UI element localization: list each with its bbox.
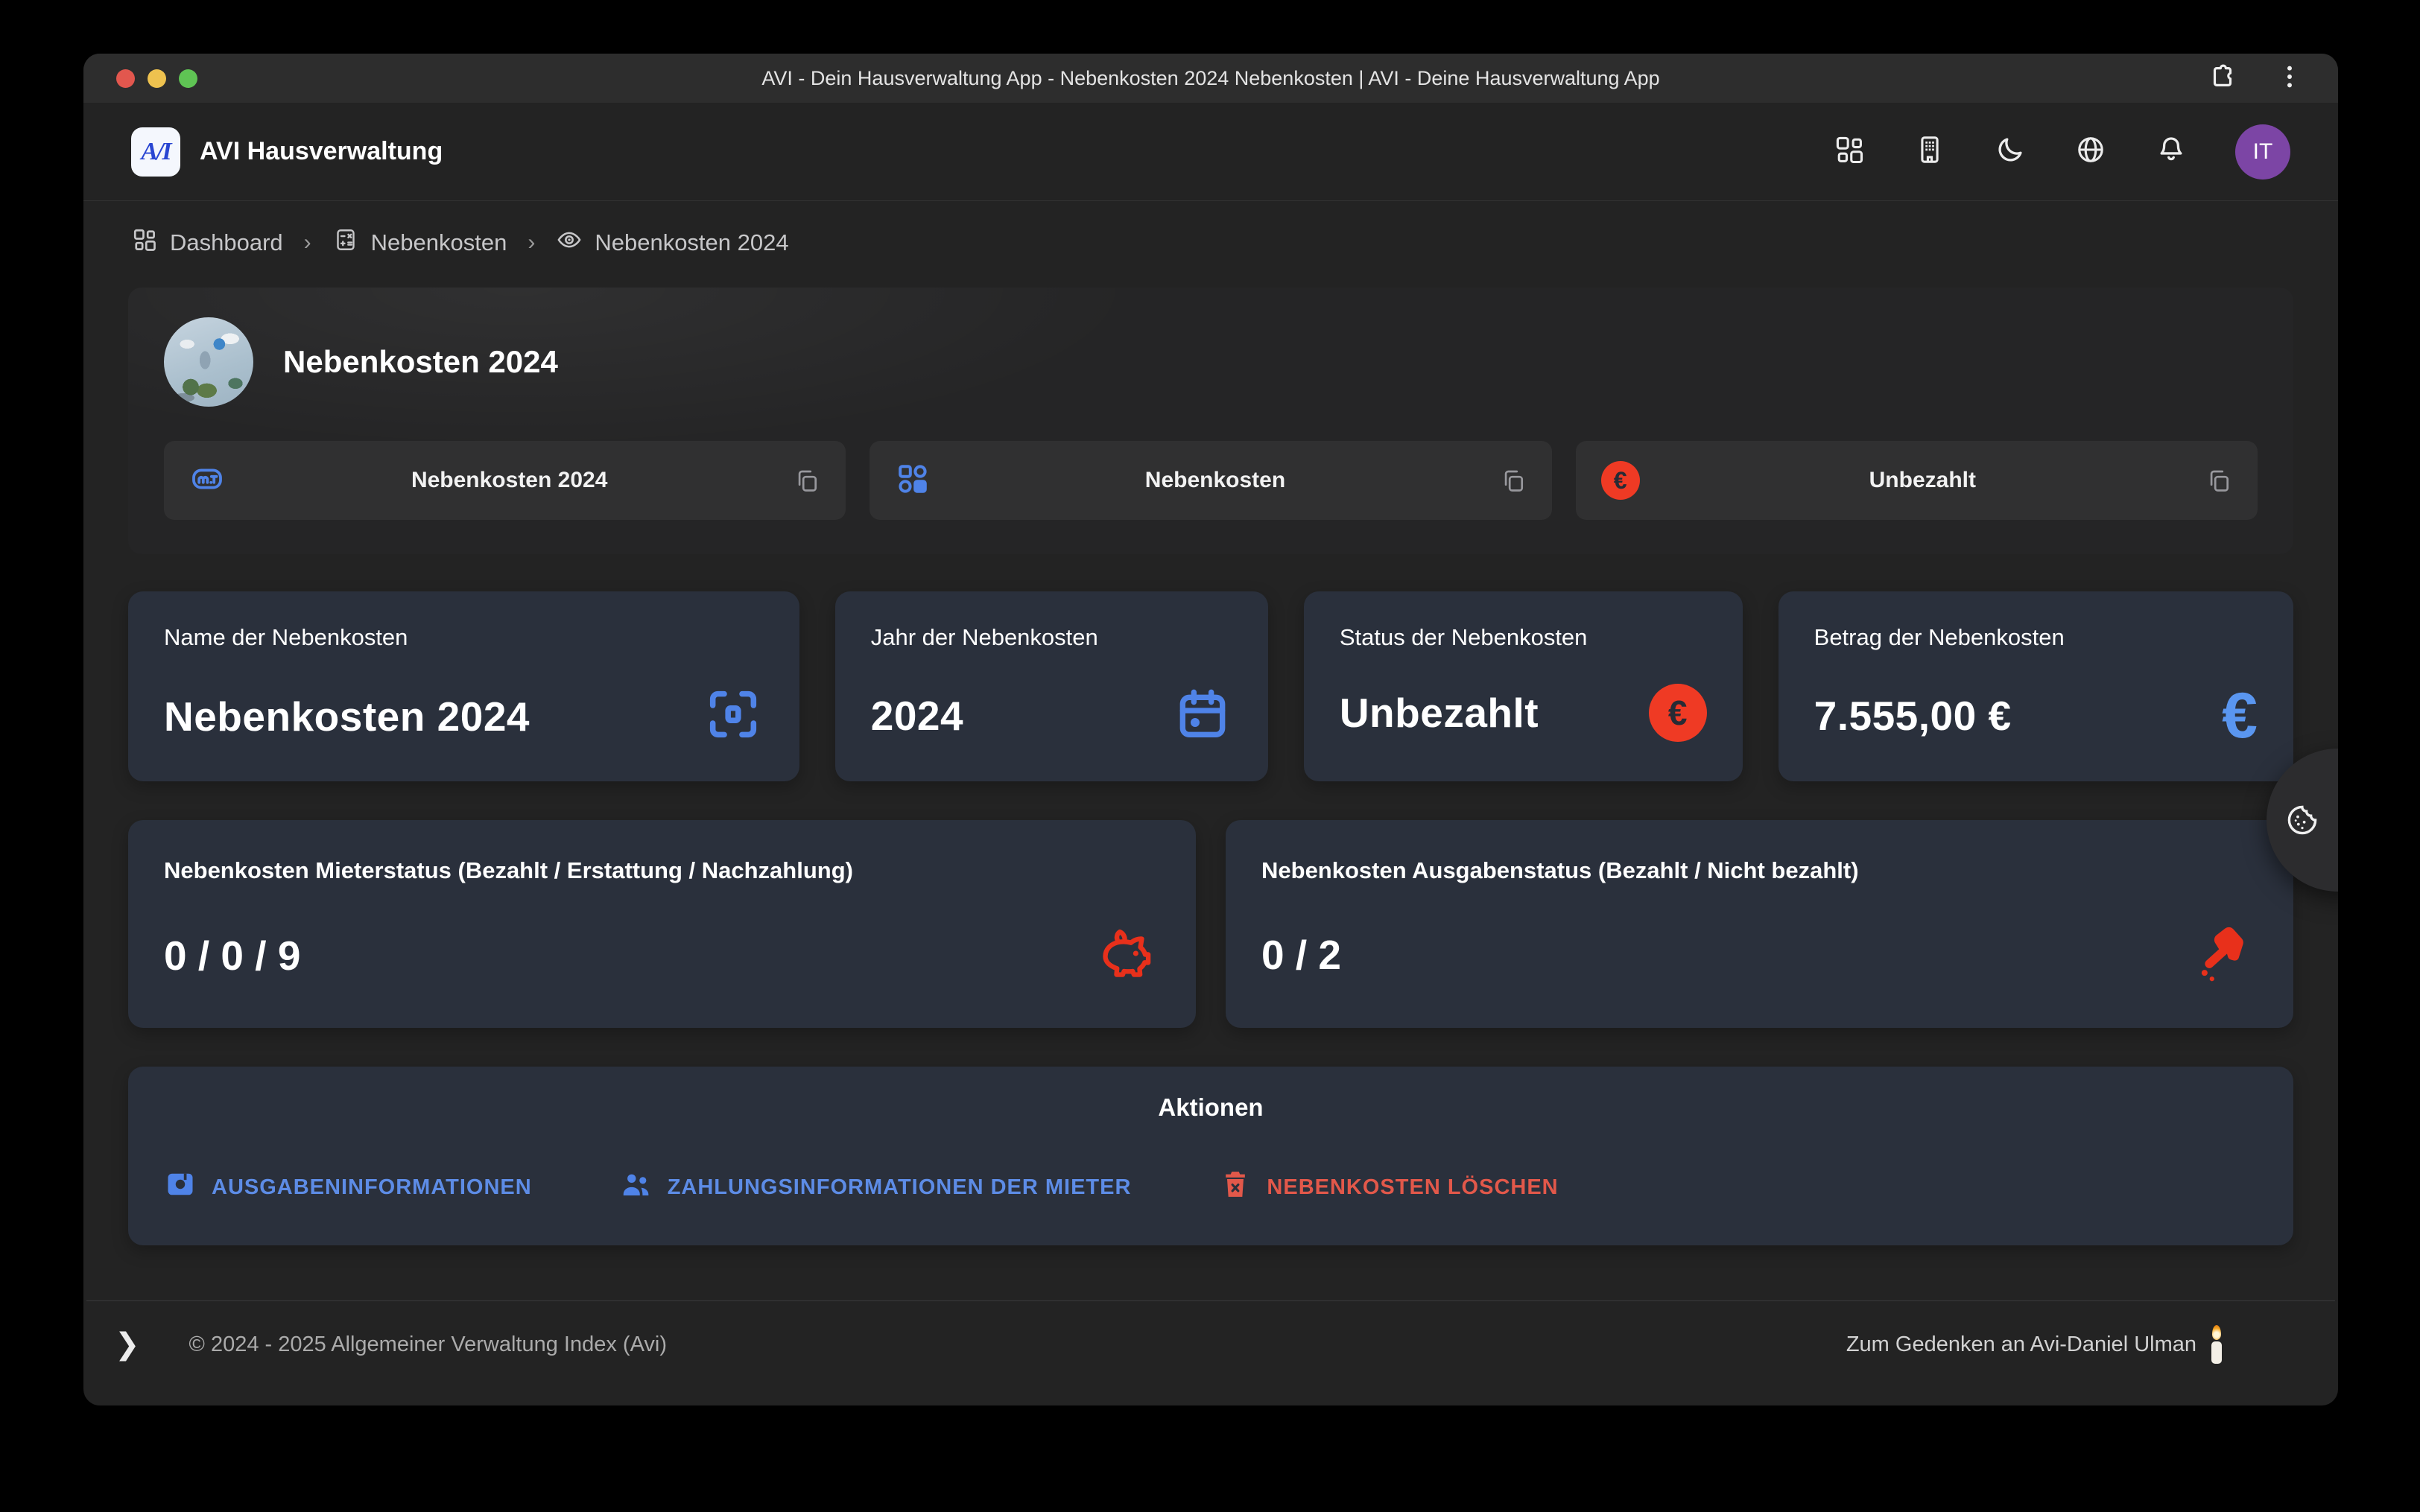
app-header: A/I AVI Hausverwaltung xyxy=(83,103,2338,201)
stat-card-year: Jahr der Nebenkosten 2024 xyxy=(835,591,1268,781)
actions-card: Aktionen AUSGABENINFORMATIONEN xyxy=(128,1067,2293,1245)
wallet-icon xyxy=(164,1168,197,1207)
hero-title: Nebenkosten 2024 xyxy=(283,344,558,380)
dashboard-grid-icon xyxy=(131,226,158,259)
chip-label: Nebenkosten 2024 xyxy=(225,468,794,493)
breadcrumb-label: Nebenkosten xyxy=(371,229,507,256)
app-logo-monogram: A/I xyxy=(141,138,170,166)
hero-card: Nebenkosten 2024 Nebenkosten 2024 xyxy=(128,288,2293,554)
breadcrumb-dashboard[interactable]: Dashboard xyxy=(131,226,283,259)
app-logo[interactable]: A/I xyxy=(131,127,180,177)
stat-card-name: Name der Nebenkosten Nebenkosten 2024 xyxy=(128,591,799,781)
stat-cards-row: Name der Nebenkosten Nebenkosten 2024 Ja… xyxy=(128,591,2293,781)
language-globe-icon[interactable] xyxy=(2074,133,2107,170)
breadcrumb-nebenkosten[interactable]: Nebenkosten xyxy=(332,226,507,259)
app-name: AVI Hausverwaltung xyxy=(200,137,443,166)
chip-label: Nebenkosten xyxy=(931,468,1499,493)
avatar-initials: IT xyxy=(2253,139,2273,165)
pointing-hand-icon xyxy=(2192,920,2258,989)
browser-menu-kebab-icon[interactable] xyxy=(2274,61,2305,96)
minimize-button[interactable] xyxy=(148,69,166,88)
status-chip: € Unbezahlt xyxy=(1576,441,2258,520)
piggy-bank-icon xyxy=(1093,920,1160,991)
ausgabenstatus-card: Nebenkosten Ausgabenstatus (Bezahlt / Ni… xyxy=(1226,820,2293,1028)
euro-circle-icon: € xyxy=(1649,684,1707,742)
breadcrumb-separator: › xyxy=(523,230,539,255)
main-content: Nebenkosten 2024 Nebenkosten 2024 xyxy=(83,267,2338,1300)
euro-icon: € xyxy=(2222,684,2258,748)
close-button[interactable] xyxy=(116,69,135,88)
expense-info-button[interactable]: AUSGABENINFORMATIONEN xyxy=(164,1168,532,1207)
traffic-lights xyxy=(116,69,197,88)
zoom-button[interactable] xyxy=(179,69,197,88)
actions-title: Aktionen xyxy=(164,1093,2258,1122)
stat-value: Unbezahlt xyxy=(1340,689,1539,737)
candle-icon xyxy=(2208,1325,2225,1364)
overview-label: Nebenkosten Ausgabenstatus (Bezahlt / Ni… xyxy=(1261,857,2258,884)
overview-label: Nebenkosten Mieterstatus (Bezahlt / Erst… xyxy=(164,857,1160,884)
stat-card-amount: Betrag der Nebenkosten 7.555,00 € € xyxy=(1778,591,2293,781)
copy-icon[interactable] xyxy=(794,467,820,494)
stat-card-status: Status der Nebenkosten Unbezahlt € xyxy=(1304,591,1743,781)
breadcrumb-label: Dashboard xyxy=(170,229,283,256)
button-label: NEBENKOSTEN LÖSCHEN xyxy=(1267,1175,1558,1200)
euro-circle-icon: € xyxy=(1601,461,1640,500)
overview-cards-row: Nebenkosten Mieterstatus (Bezahlt / Erst… xyxy=(128,820,2293,1028)
stat-value: 2024 xyxy=(871,692,963,740)
calculator-icon xyxy=(332,226,359,259)
breadcrumb: Dashboard › Nebenkosten › Nebenkosten 20… xyxy=(83,201,2338,267)
breadcrumb-nebenkosten-2024[interactable]: Nebenkosten 2024 xyxy=(556,226,788,259)
people-icon xyxy=(620,1168,653,1207)
overview-value: 0 / 0 / 9 xyxy=(164,932,300,979)
extensions-puzzle-icon[interactable] xyxy=(2207,61,2238,96)
eye-icon xyxy=(556,226,583,259)
stat-label: Jahr der Nebenkosten xyxy=(871,624,1232,651)
delete-nebenkosten-button[interactable]: NEBENKOSTEN LÖSCHEN xyxy=(1219,1168,1558,1207)
footer: ❯ © 2024 - 2025 Allgemeiner Verwaltung I… xyxy=(86,1300,2335,1405)
category-chip: Nebenkosten xyxy=(870,441,1551,520)
name-badge-icon xyxy=(189,461,225,501)
category-grid-icon xyxy=(895,461,931,501)
stat-label: Name der Nebenkosten xyxy=(164,624,764,651)
stat-value: 7.555,00 € xyxy=(1814,692,2012,740)
page-title: AVI - Dein Hausverwaltung App - Nebenkos… xyxy=(83,67,2338,90)
chip-label: Unbezahlt xyxy=(1640,468,2205,493)
memorial-text-row: Zum Gedenken an Avi-Daniel Ulman xyxy=(1846,1325,2225,1364)
stat-label: Betrag der Nebenkosten xyxy=(1814,624,2258,651)
name-chip: Nebenkosten 2024 xyxy=(164,441,846,520)
user-avatar[interactable]: IT xyxy=(2235,124,2290,180)
scan-focus-icon xyxy=(703,684,764,749)
copy-icon[interactable] xyxy=(2205,467,2232,494)
breadcrumb-label: Nebenkosten 2024 xyxy=(595,229,788,256)
button-label: ZAHLUNGSINFORMATIONEN DER MIETER xyxy=(668,1175,1132,1200)
building-icon[interactable] xyxy=(1913,133,1946,170)
dark-mode-moon-icon[interactable] xyxy=(1994,133,2027,170)
copyright-text: © 2024 - 2025 Allgemeiner Verwaltung Ind… xyxy=(189,1332,667,1357)
utilities-photo-avatar xyxy=(164,317,253,407)
copy-icon[interactable] xyxy=(1500,467,1527,494)
expand-chevron-icon[interactable]: ❯ xyxy=(115,1330,140,1359)
memorial-text: Zum Gedenken an Avi-Daniel Ulman xyxy=(1846,1332,2196,1357)
breadcrumb-separator: › xyxy=(300,230,316,255)
mieterstatus-card: Nebenkosten Mieterstatus (Bezahlt / Erst… xyxy=(128,820,1196,1028)
stat-value: Nebenkosten 2024 xyxy=(164,693,530,740)
browser-window: AVI - Dein Hausverwaltung App - Nebenkos… xyxy=(83,54,2338,1405)
dashboard-grid-icon[interactable] xyxy=(1833,133,1866,170)
overview-value: 0 / 2 xyxy=(1261,931,1341,979)
trash-icon xyxy=(1219,1168,1252,1207)
tenant-payments-button[interactable]: ZAHLUNGSINFORMATIONEN DER MIETER xyxy=(620,1168,1132,1207)
cookie-icon xyxy=(2284,802,2320,838)
button-label: AUSGABENINFORMATIONEN xyxy=(212,1175,532,1200)
stat-label: Status der Nebenkosten xyxy=(1340,624,1707,651)
calendar-icon xyxy=(1173,684,1232,747)
browser-titlebar: AVI - Dein Hausverwaltung App - Nebenkos… xyxy=(83,54,2338,103)
notifications-bell-icon[interactable] xyxy=(2155,133,2188,170)
